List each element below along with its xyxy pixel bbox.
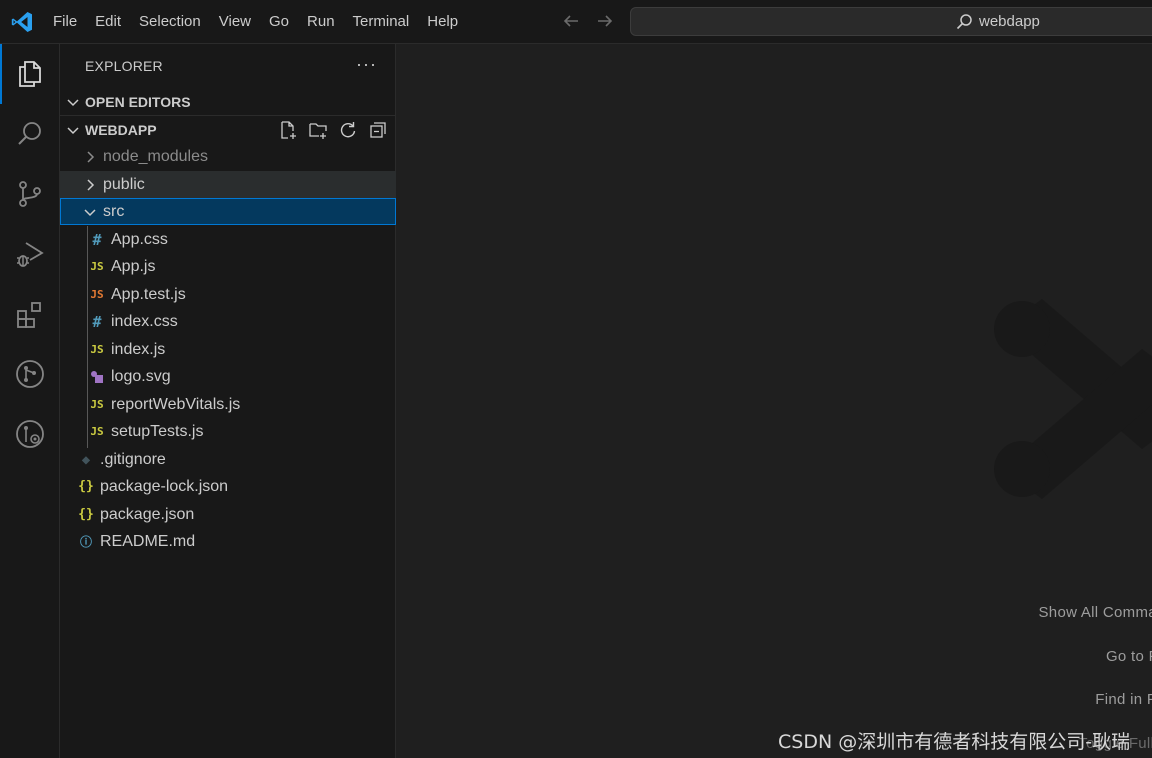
run-debug-icon bbox=[17, 242, 44, 267]
explorer-sidebar: EXPLORER ··· OPEN EDITORS WEBDAPP node_m… bbox=[60, 44, 396, 758]
tree-folder-node-modules[interactable]: node_modules bbox=[60, 143, 396, 170]
chevron-down-icon bbox=[67, 99, 79, 107]
sidebar-title: EXPLORER bbox=[85, 58, 163, 74]
back-arrow-icon[interactable] bbox=[560, 10, 582, 32]
activity-gitlens[interactable] bbox=[0, 404, 60, 464]
chevron-right-icon bbox=[87, 178, 95, 191]
vscode-logo-icon bbox=[11, 12, 33, 32]
menu-bar: File Edit Selection View Go Run Terminal… bbox=[44, 0, 467, 44]
new-folder-icon[interactable] bbox=[308, 120, 328, 140]
source-control-icon bbox=[19, 181, 41, 207]
tree-file-app-css[interactable]: # App.css bbox=[60, 226, 396, 253]
forward-arrow-icon[interactable] bbox=[594, 10, 616, 32]
tree-item-label: node_modules bbox=[103, 147, 208, 165]
search-icon bbox=[18, 122, 41, 145]
tree-item-label: src bbox=[103, 202, 125, 220]
chevron-right-icon bbox=[87, 150, 95, 163]
chevron-down-icon bbox=[84, 208, 96, 216]
tree-file-package-json[interactable]: {} package.json bbox=[60, 501, 396, 528]
json-file-icon: {} bbox=[78, 507, 94, 522]
activity-source-control[interactable] bbox=[0, 164, 60, 224]
tree-file-readme-md[interactable]: ⓘ README.md bbox=[60, 528, 396, 555]
editor-area: Show All Commands Go to File Find in Fil… bbox=[397, 44, 1152, 758]
menu-go[interactable]: Go bbox=[260, 7, 298, 37]
css-file-icon: # bbox=[92, 230, 102, 249]
tree-file-logo-svg[interactable]: logo.svg bbox=[60, 363, 396, 390]
tree-item-label: README.md bbox=[100, 532, 196, 550]
tree-item-label: public bbox=[103, 175, 145, 193]
tree-item-label: package-lock.json bbox=[100, 477, 229, 495]
git-file-icon: ◆ bbox=[81, 451, 91, 468]
tree-folder-public[interactable]: public bbox=[60, 171, 396, 198]
activity-explorer[interactable] bbox=[0, 44, 60, 104]
command-center-search[interactable]: webdapp bbox=[630, 7, 1152, 36]
more-actions-button[interactable]: ··· bbox=[356, 54, 377, 75]
tree-item-label: App.css bbox=[111, 230, 168, 248]
tree-item-label: index.css bbox=[111, 312, 178, 330]
explorer-icon bbox=[19, 61, 41, 87]
tree-folder-src[interactable]: src bbox=[60, 198, 396, 225]
command-center-text: webdapp bbox=[979, 13, 1040, 30]
activity-extensions[interactable] bbox=[0, 284, 60, 344]
csdn-watermark-text: CSDN @深圳市有德者科技有限公司-耿瑞 bbox=[778, 731, 1131, 753]
refresh-icon[interactable] bbox=[338, 120, 358, 140]
activity-run-debug[interactable] bbox=[0, 224, 60, 284]
explorer-actions bbox=[278, 120, 388, 140]
json-file-icon: {} bbox=[78, 479, 94, 494]
tree-item-label: setupTests.js bbox=[111, 422, 204, 440]
tree-file-setuptests-js[interactable]: JS setupTests.js bbox=[60, 418, 396, 445]
gitlens-icon bbox=[16, 420, 44, 448]
tree-item-label: reportWebVitals.js bbox=[111, 395, 241, 413]
css-file-icon: # bbox=[92, 312, 102, 331]
open-editors-header[interactable]: OPEN EDITORS bbox=[60, 88, 396, 116]
js-file-icon: JS bbox=[90, 398, 104, 411]
menu-edit[interactable]: Edit bbox=[86, 7, 130, 37]
tree-item-label: .gitignore bbox=[100, 450, 166, 468]
tree-file-app-test-js[interactable]: JS App.test.js bbox=[60, 281, 396, 308]
info-file-icon: ⓘ bbox=[79, 535, 92, 549]
collapse-all-icon[interactable] bbox=[368, 120, 388, 140]
tree-file-reportwebvitals-js[interactable]: JS reportWebVitals.js bbox=[60, 391, 396, 418]
menu-file[interactable]: File bbox=[44, 7, 86, 37]
title-bar: File Edit Selection View Go Run Terminal… bbox=[0, 0, 1152, 44]
menu-selection[interactable]: Selection bbox=[130, 7, 210, 37]
activity-bar bbox=[0, 44, 60, 758]
extensions-icon bbox=[17, 302, 41, 328]
tree-file-index-css[interactable]: # index.css bbox=[60, 308, 396, 335]
tree-item-label: index.js bbox=[111, 340, 166, 358]
menu-help[interactable]: Help bbox=[418, 7, 467, 37]
menu-terminal[interactable]: Terminal bbox=[344, 7, 419, 37]
shortcut-show-all-commands: Show All Commands bbox=[1038, 604, 1152, 621]
tree-file-gitignore[interactable]: ◆ .gitignore bbox=[60, 446, 396, 473]
js-file-icon: JS bbox=[90, 425, 104, 438]
shortcut-go-to-file: Go to File bbox=[1105, 648, 1152, 665]
svg-file-icon bbox=[91, 370, 103, 383]
activity-git-graph[interactable] bbox=[0, 344, 60, 404]
menu-run[interactable]: Run bbox=[298, 7, 344, 37]
folder-label: WEBDAPP bbox=[85, 122, 157, 138]
tree-item-label: package.json bbox=[100, 505, 195, 523]
vscode-watermark-icon bbox=[994, 299, 1152, 499]
tree-file-app-js[interactable]: JS App.js bbox=[60, 253, 396, 280]
js-file-icon: JS bbox=[90, 260, 104, 273]
tree-item-label: App.test.js bbox=[111, 285, 186, 303]
open-editors-label: OPEN EDITORS bbox=[85, 94, 191, 110]
search-icon bbox=[956, 14, 972, 30]
navigation-controls bbox=[560, 10, 616, 32]
js-file-icon: JS bbox=[90, 343, 104, 356]
tree-file-index-js[interactable]: JS index.js bbox=[60, 336, 396, 363]
js-test-file-icon: JS bbox=[90, 288, 104, 301]
git-graph-icon bbox=[16, 360, 44, 388]
chevron-down-icon bbox=[67, 127, 79, 135]
new-file-icon[interactable] bbox=[278, 120, 298, 140]
activity-search[interactable] bbox=[0, 104, 60, 164]
shortcut-find-in-files: Find in Files bbox=[1095, 691, 1152, 708]
tree-file-package-lock-json[interactable]: {} package-lock.json bbox=[60, 473, 396, 500]
menu-view[interactable]: View bbox=[210, 7, 260, 37]
tree-item-label: App.js bbox=[111, 257, 156, 275]
tree-item-label: logo.svg bbox=[111, 367, 171, 385]
